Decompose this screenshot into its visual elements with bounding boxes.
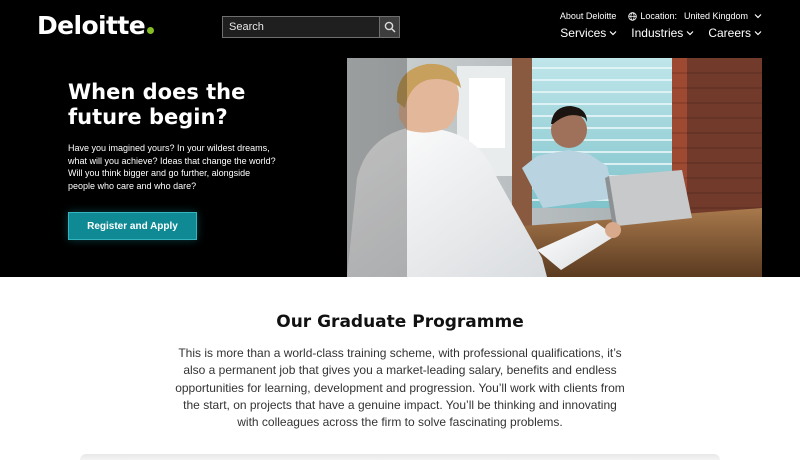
hero-photo [347, 58, 762, 277]
logo-text: Deloitte [37, 11, 146, 40]
hero-description: Have you imagined yours? In your wildest… [68, 143, 276, 191]
nav-label: Services [560, 26, 607, 40]
section-description: This is more than a world-class training… [175, 346, 625, 430]
chevron-down-icon [754, 31, 762, 36]
deloitte-logo[interactable]: Deloitte [37, 11, 155, 41]
location-label: Location: [640, 11, 677, 21]
site-header: Deloitte About Deloitte Location: United… [0, 0, 800, 58]
register-and-apply-button[interactable]: Register and Apply [68, 212, 197, 240]
main-nav: Services Industries Careers [560, 26, 762, 40]
chevron-down-icon [754, 14, 762, 19]
nav-label: Industries [631, 26, 684, 40]
nav-item-careers[interactable]: Careers [708, 26, 762, 40]
nav-item-services[interactable]: Services [560, 26, 617, 40]
location-value: United Kingdom [683, 11, 748, 21]
chevron-down-icon [686, 31, 694, 36]
search-input[interactable] [222, 16, 380, 38]
nav-item-industries[interactable]: Industries [631, 26, 694, 40]
search-bar [222, 16, 400, 38]
hero-banner: When does the future begin? Have you ima… [0, 58, 800, 277]
hero-title: When does the future begin? [68, 80, 246, 129]
section-title: Our Graduate Programme [276, 312, 524, 332]
search-button[interactable] [380, 16, 400, 38]
search-icon [384, 21, 396, 33]
globe-icon [628, 11, 638, 21]
utility-nav: About Deloitte Location: United Kingdom [560, 11, 762, 21]
chevron-down-icon [609, 31, 617, 36]
card-top-edge [80, 454, 720, 460]
logo-dot [147, 27, 155, 34]
about-deloitte-link[interactable]: About Deloitte [560, 11, 617, 21]
nav-label: Careers [708, 26, 751, 40]
location-selector[interactable]: Location: United Kingdom [628, 11, 762, 21]
